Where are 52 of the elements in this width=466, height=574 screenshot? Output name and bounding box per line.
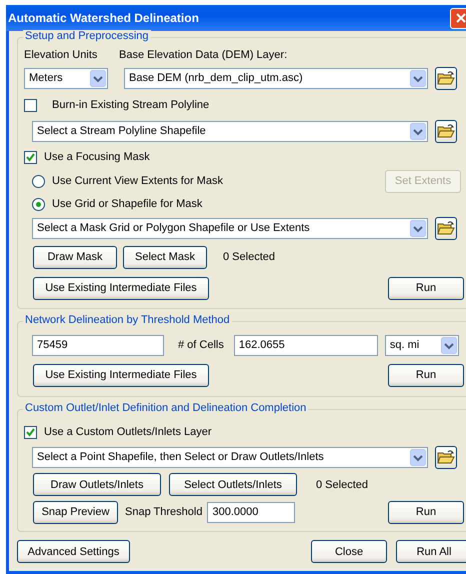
advanced-settings-button[interactable]: Advanced Settings — [17, 540, 130, 563]
radio-label: Use Current View Extents for Mask — [52, 175, 223, 187]
run-all-button[interactable]: Run All — [396, 540, 466, 563]
group-title: Setup and Preprocessing — [23, 30, 151, 42]
radio-label: Use Grid or Shapefile for Mask — [52, 198, 202, 210]
folder-icon — [437, 70, 455, 86]
select-outlets-button[interactable]: Select Outlets/Inlets — [169, 473, 297, 496]
field-label: # of Cells — [178, 339, 224, 351]
checkbox[interactable] — [24, 150, 37, 164]
close-icon — [456, 13, 466, 23]
folder-icon — [437, 123, 455, 139]
radio-button[interactable] — [32, 198, 45, 210]
checkbox[interactable] — [24, 98, 37, 112]
selected-count: 0 Selected — [223, 251, 275, 263]
intermediate-files-button[interactable]: Use Existing Intermediate Files — [33, 364, 209, 386]
run-button[interactable]: Run — [388, 276, 464, 300]
dropdown[interactable]: Meters — [24, 68, 108, 88]
folder-icon — [437, 449, 455, 465]
window-title: Automatic Watershed Delineation — [8, 11, 199, 25]
checkbox-label: Use a Focusing Mask — [44, 151, 150, 163]
selected-count: 0 Selected — [316, 478, 368, 490]
dropdown[interactable]: Select a Stream Polyline Shapefile — [32, 120, 428, 142]
close-dialog-button[interactable]: Close — [311, 540, 387, 563]
checkbox-label: Use a Custom Outlets/Inlets Layer — [44, 426, 212, 438]
close-button[interactable] — [450, 8, 466, 28]
radio-button[interactable] — [32, 174, 45, 188]
dropdown[interactable]: Select a Mask Grid or Polygon Shapefile or Use Extents — [32, 218, 428, 238]
dropdown[interactable]: Select a Point Shapefile, then Select or Draw Outlets/Inlets — [32, 446, 428, 468]
field-label: Snap Threshold — [125, 506, 202, 518]
field-label: Base Elevation Data (DEM) Layer: — [119, 49, 288, 61]
intermediate-files-button[interactable]: Use Existing Intermediate Files — [33, 276, 209, 300]
field-label: Elevation Units — [24, 49, 98, 61]
checkbox[interactable] — [24, 426, 37, 438]
browse-button[interactable] — [435, 446, 457, 468]
input-field[interactable]: 300.0000 — [207, 502, 296, 522]
draw-outlets-button[interactable]: Draw Outlets/Inlets — [33, 473, 161, 496]
select-mask-button[interactable]: Select Mask — [123, 246, 207, 268]
dropdown[interactable]: sq. mi — [384, 334, 459, 356]
group-title: Custom Outlet/Inlet Definition and Delineation Completion — [23, 402, 308, 414]
group-title: Network Delineation by Threshold Method — [23, 314, 232, 326]
browse-button[interactable] — [435, 120, 457, 142]
run-button[interactable]: Run — [388, 500, 464, 524]
run-button[interactable]: Run — [388, 364, 464, 386]
snap-preview-button[interactable]: Snap Preview — [33, 500, 118, 524]
input-field[interactable]: 75459 — [32, 334, 164, 356]
browse-button[interactable] — [435, 66, 457, 90]
checkbox-label: Burn-in Existing Stream Polyline — [52, 99, 210, 111]
dropdown[interactable]: Base DEM (nrb_dem_clip_utm.asc) — [124, 68, 428, 88]
folder-icon — [437, 220, 455, 236]
input-field[interactable]: 162.0655 — [234, 334, 378, 356]
draw-mask-button[interactable]: Draw Mask — [33, 246, 117, 268]
browse-button[interactable] — [435, 216, 457, 240]
